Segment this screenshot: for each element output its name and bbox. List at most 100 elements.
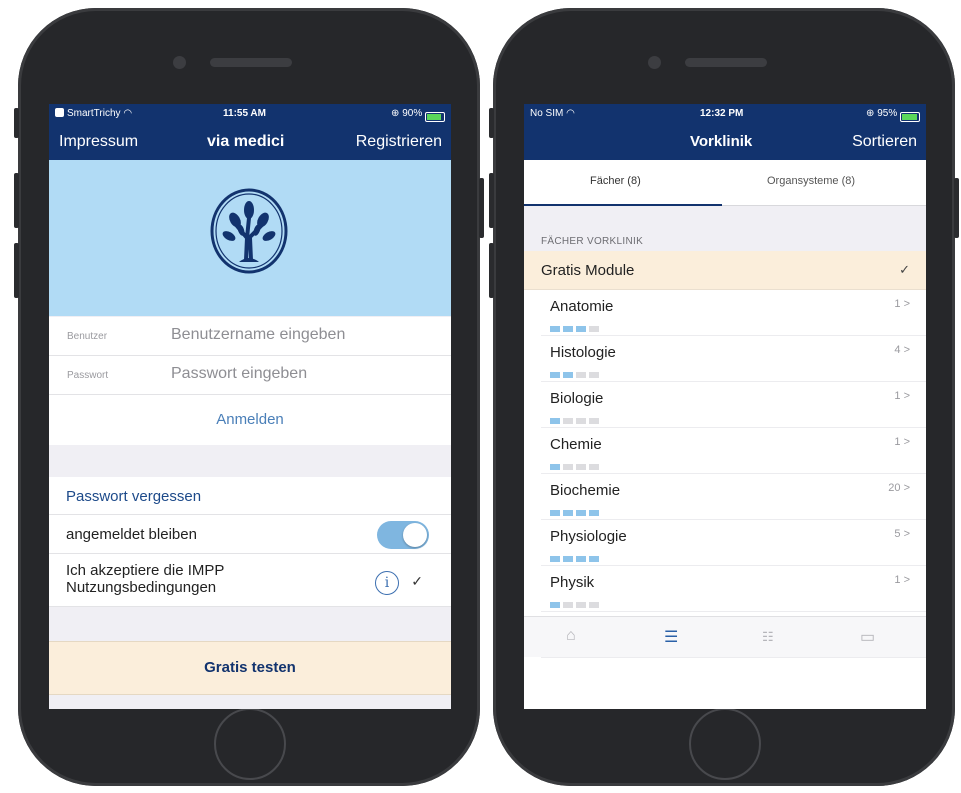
- progress-segment: [563, 556, 573, 562]
- terms-label: Ich akzeptiere die IMPP Nutzungsbedingung…: [66, 562, 224, 596]
- sort-button[interactable]: Sortieren: [852, 133, 917, 151]
- earpiece-speaker: [210, 58, 292, 67]
- subject-row[interactable]: Physiologie 5 >: [541, 520, 926, 566]
- subject-row[interactable]: Histologie 4 >: [541, 336, 926, 382]
- subject-name: Histologie: [550, 344, 616, 361]
- checklist-icon[interactable]: ☷: [762, 629, 774, 645]
- volume-up-button: [489, 173, 494, 228]
- forgot-password-row[interactable]: Passwort vergessen: [49, 477, 451, 515]
- front-camera: [648, 56, 661, 69]
- free-trial-button[interactable]: Gratis testen: [49, 641, 451, 695]
- status-time: 11:55 AM: [223, 108, 266, 119]
- carrier-text: SmartTrichy: [67, 108, 121, 119]
- tree-logo-icon: [210, 188, 288, 274]
- progress-segment: [550, 418, 560, 424]
- home-button[interactable]: [214, 708, 286, 780]
- forgot-password-link[interactable]: Passwort vergessen: [66, 488, 201, 505]
- login-screen: SmartTrichy ◠ 11:55 AM ⊕ 90% Impressum v…: [49, 104, 451, 709]
- register-link[interactable]: Registrieren: [356, 133, 442, 151]
- progress-bars: [550, 503, 602, 521]
- volume-up-button: [14, 173, 19, 228]
- terms-checkmark-icon[interactable]: ✓: [411, 573, 423, 590]
- progress-bars: [550, 549, 602, 567]
- progress-segment: [576, 602, 586, 608]
- free-modules-row[interactable]: Gratis Module ✓: [524, 251, 926, 290]
- phone-left: SmartTrichy ◠ 11:55 AM ⊕ 90% Impressum v…: [14, 8, 484, 786]
- progress-segment: [589, 556, 599, 562]
- front-camera: [173, 56, 186, 69]
- subject-name: Physik: [550, 574, 595, 591]
- section-gap: [49, 445, 451, 477]
- terms-line-1: Ich akzeptiere die IMPP: [66, 562, 225, 579]
- home-icon[interactable]: ⌂: [566, 627, 576, 645]
- subject-row[interactable]: Anatomie 1 >: [541, 290, 926, 336]
- subject-name: Physiologie: [550, 528, 627, 545]
- phone-right: No SIM ◠ 12:32 PM ⊕ 95% Vorklinik Sortie…: [489, 8, 959, 786]
- nav-title: Vorklinik: [690, 133, 753, 150]
- progress-segment: [589, 510, 599, 516]
- progress-bars: [550, 457, 602, 475]
- alarm-icon: ⊕: [866, 108, 875, 119]
- earpiece-speaker: [685, 58, 767, 67]
- wifi-icon: ◠: [123, 108, 133, 119]
- password-label: Passwort: [67, 370, 109, 381]
- stay-logged-in-toggle[interactable]: [377, 521, 429, 549]
- battery-icon: [425, 112, 445, 123]
- status-bar: No SIM ◠ 12:32 PM ⊕ 95%: [524, 104, 926, 123]
- username-input[interactable]: Benutzername eingeben: [171, 326, 345, 344]
- battery-percent: 90%: [402, 108, 423, 119]
- info-icon[interactable]: i: [375, 571, 399, 595]
- subject-list: Anatomie 1 > Histologie 4 > Biologie 1 > Chemi…: [524, 290, 926, 658]
- tab-faecher[interactable]: Fächer (8): [590, 175, 641, 187]
- stay-logged-in-row: angemeldet bleiben: [49, 515, 451, 554]
- progress-segment: [550, 602, 560, 608]
- mute-switch: [14, 108, 19, 138]
- status-time: 12:32 PM: [700, 108, 744, 119]
- login-button[interactable]: Anmelden: [49, 395, 451, 445]
- subject-row[interactable]: Chemie 1 >: [541, 428, 926, 474]
- progress-segment: [563, 464, 573, 470]
- status-bar: SmartTrichy ◠ 11:55 AM ⊕ 90%: [49, 104, 451, 123]
- username-label: Benutzer: [67, 331, 108, 342]
- progress-segment: [563, 326, 573, 332]
- checkmark-icon: ✓: [899, 262, 910, 277]
- progress-segment: [563, 372, 573, 378]
- progress-segment: [576, 326, 586, 332]
- power-button: [954, 178, 959, 238]
- password-input[interactable]: Passwort eingeben: [171, 365, 307, 383]
- list-icon[interactable]: ☰: [664, 627, 678, 647]
- volume-down-button: [489, 243, 494, 298]
- alarm-icon: ⊕: [391, 108, 400, 119]
- impressum-link[interactable]: Impressum: [59, 133, 138, 151]
- inbox-icon[interactable]: ▭: [860, 627, 875, 647]
- free-modules-label: Gratis Module: [541, 262, 635, 279]
- subject-count: 20 >: [888, 482, 910, 494]
- subject-count: 1 >: [894, 574, 910, 586]
- progress-bars: [550, 411, 602, 429]
- home-button[interactable]: [689, 708, 761, 780]
- progress-segment: [576, 556, 586, 562]
- tab-bar: ⌂ ☰ ☷ ▭: [524, 616, 926, 657]
- progress-segment: [576, 510, 586, 516]
- subject-row[interactable]: Biochemie 20 >: [541, 474, 926, 520]
- wifi-icon: ◠: [566, 108, 575, 119]
- subject-row[interactable]: Biologie 1 >: [541, 382, 926, 428]
- progress-bars: [550, 319, 602, 337]
- terms-row: Ich akzeptiere die IMPP Nutzungsbedingung…: [49, 554, 451, 607]
- stay-logged-in-label: angemeldet bleiben: [66, 526, 197, 543]
- progress-segment: [550, 464, 560, 470]
- subject-count: 1 >: [894, 298, 910, 310]
- tab-organsysteme[interactable]: Organsysteme (8): [767, 175, 855, 187]
- battery-percent: 95%: [877, 108, 898, 119]
- progress-segment: [589, 326, 599, 332]
- subject-name: Biologie: [550, 390, 604, 407]
- mute-switch: [489, 108, 494, 138]
- progress-segment: [550, 326, 560, 332]
- volume-down-button: [14, 243, 19, 298]
- progress-segment: [589, 372, 599, 378]
- subject-count: 1 >: [894, 390, 910, 402]
- progress-segment: [550, 556, 560, 562]
- progress-segment: [563, 510, 573, 516]
- subject-row[interactable]: Physik 1 >: [541, 566, 926, 612]
- nav-bar: Vorklinik Sortieren: [524, 123, 926, 160]
